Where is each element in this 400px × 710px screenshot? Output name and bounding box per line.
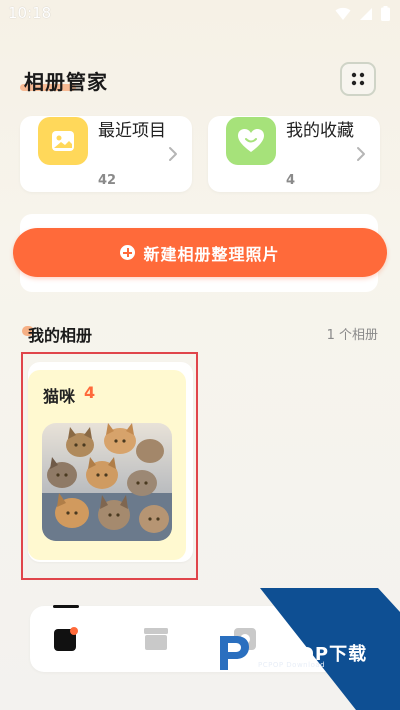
section-title: 我的相册 [28, 326, 93, 345]
chevron-right-icon [357, 147, 365, 161]
create-album-label: 新建相册整理照片 [143, 244, 280, 264]
recent-items-count: 42 [98, 173, 117, 188]
heart-icon [226, 117, 276, 165]
battery-icon [381, 6, 390, 21]
page-title: 相册管家 [24, 70, 108, 94]
status-bar: 10:18 [0, 0, 400, 28]
selection-highlight [21, 352, 198, 580]
signal-icon [360, 7, 372, 20]
recent-items-label: 最近项目 [98, 121, 166, 141]
album-count: 1 个相册 [326, 328, 378, 343]
nav-box[interactable] [143, 626, 169, 652]
grid-menu-button[interactable] [340, 62, 376, 96]
watermark-p-icon [220, 636, 249, 670]
chevron-right-icon [169, 147, 177, 161]
favorites-label: 我的收藏 [286, 121, 354, 141]
albums-icon [54, 627, 78, 651]
wifi-icon [335, 7, 351, 20]
create-album-button[interactable]: 新建相册整理照片 [13, 228, 387, 277]
box-icon [144, 628, 168, 650]
plus-circle-icon [120, 245, 136, 260]
favorites-count: 4 [286, 173, 296, 188]
image-icon [38, 117, 88, 165]
status-icons [335, 6, 390, 21]
status-time: 10:18 [8, 4, 52, 22]
nav-active-indicator [53, 605, 79, 608]
recent-items-card[interactable]: 最近项目 42 [20, 116, 192, 192]
watermark-subtext: PCPOP Download [258, 661, 326, 669]
favorites-card[interactable]: 我的收藏 4 [208, 116, 380, 192]
nav-albums[interactable] [53, 626, 79, 652]
grid-dots-icon [351, 72, 365, 86]
